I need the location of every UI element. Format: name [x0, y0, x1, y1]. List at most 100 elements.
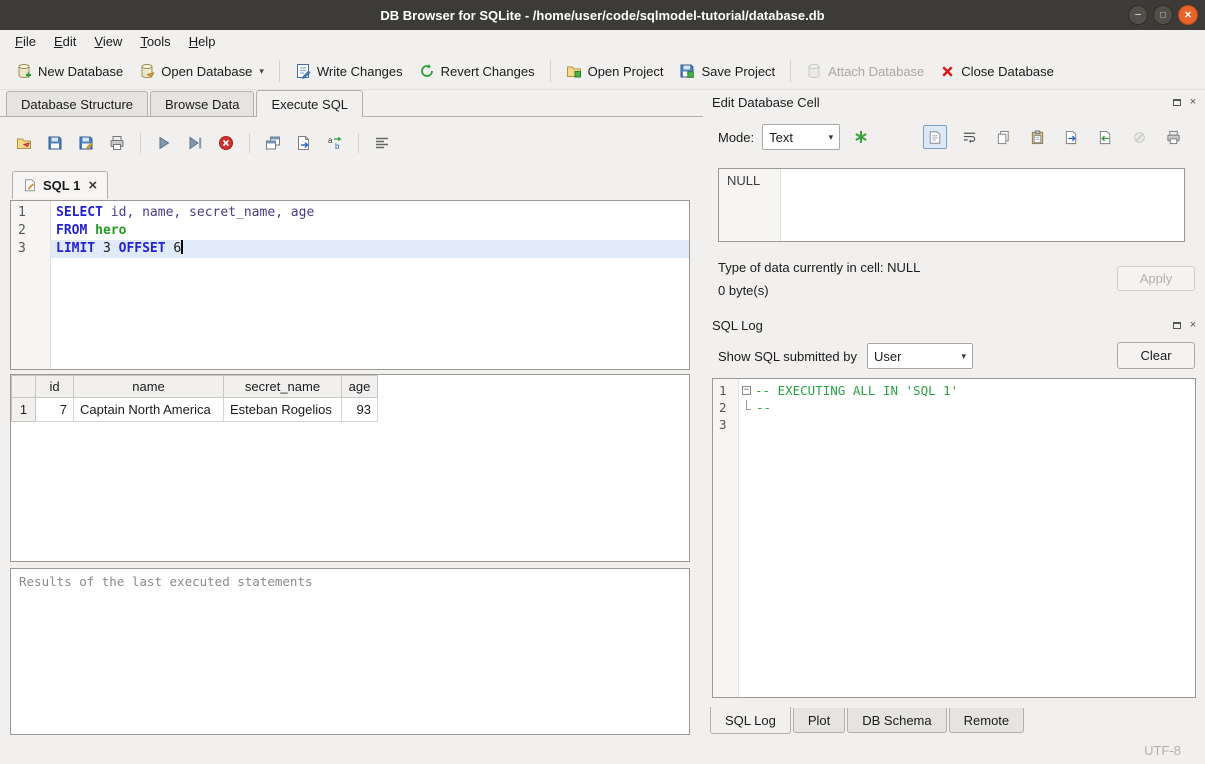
- submitted-by-combobox[interactable]: User ▾: [867, 343, 973, 369]
- attach-database-icon: [806, 63, 822, 79]
- titlebar[interactable]: DB Browser for SQLite - /home/user/code/…: [0, 0, 1205, 30]
- menu-tools[interactable]: Tools: [131, 31, 179, 52]
- open-database-dropdown-arrow[interactable]: ▾: [259, 66, 264, 79]
- save-project-button[interactable]: Save Project: [671, 58, 783, 84]
- execute-all-button[interactable]: [152, 131, 176, 155]
- open-project-button[interactable]: Open Project: [558, 58, 672, 84]
- export-cell-button[interactable]: [1059, 125, 1083, 149]
- chevron-down-icon: ▾: [829, 132, 834, 143]
- row-number-cell[interactable]: 1: [12, 398, 36, 422]
- format-sql-button[interactable]: [370, 131, 394, 155]
- sql-editor-content[interactable]: SELECT id, name, secret_name, age FROM h…: [51, 201, 689, 369]
- print-sql-button[interactable]: [105, 131, 129, 155]
- fold-marker-icon[interactable]: −: [742, 386, 751, 395]
- cell-editor-content[interactable]: [781, 169, 1184, 241]
- log-comment: -- EXECUTING ALL IN 'SQL 1': [755, 382, 958, 399]
- toolbar-separator: [279, 60, 280, 82]
- sql-keyword: LIMIT: [56, 241, 95, 256]
- tab-sql-log[interactable]: SQL Log: [710, 707, 791, 734]
- execute-current-line-button[interactable]: [183, 131, 207, 155]
- copy-cell-button[interactable]: [991, 125, 1015, 149]
- sql-1-tab[interactable]: SQL 1 ×: [12, 171, 108, 199]
- close-database-button[interactable]: Close Database: [932, 59, 1062, 84]
- text-cursor: [181, 240, 183, 254]
- word-wrap-button[interactable]: [957, 125, 981, 149]
- menu-file[interactable]: File: [6, 31, 45, 52]
- paste-cell-button[interactable]: [1025, 125, 1049, 149]
- open-database-button[interactable]: Open Database ▾: [131, 58, 272, 84]
- open-project-label: Open Project: [588, 64, 664, 79]
- close-database-label: Close Database: [961, 64, 1054, 79]
- save-sql-file-button[interactable]: [43, 131, 67, 155]
- sql-editor[interactable]: 1 2 3 SELECT id, name, secret_name, age …: [10, 200, 690, 370]
- results-grid-area[interactable]: id name secret_name age 1 7 Captain Nort…: [10, 374, 690, 562]
- cell-name[interactable]: Captain North America: [74, 398, 224, 422]
- tab-plot-label: Plot: [808, 713, 830, 728]
- import-cell-button[interactable]: [1093, 125, 1117, 149]
- find-replace-button[interactable]: ab: [323, 131, 347, 155]
- tab-db-schema[interactable]: DB Schema: [847, 708, 946, 733]
- text-mode-button[interactable]: [923, 125, 947, 149]
- cell-age[interactable]: 93: [342, 398, 378, 422]
- new-tab-icon: [265, 135, 281, 151]
- column-header-name[interactable]: name: [74, 376, 224, 398]
- encoding-indicator[interactable]: UTF-8: [1144, 743, 1181, 758]
- column-header-age[interactable]: age: [342, 376, 378, 398]
- close-panel-button[interactable]: ×: [1187, 96, 1199, 108]
- menu-view[interactable]: View: [85, 31, 131, 52]
- text-mode-icon: [928, 130, 942, 145]
- close-button[interactable]: ×: [1178, 5, 1198, 25]
- mode-combobox[interactable]: Text ▾: [762, 124, 840, 150]
- clear-log-button[interactable]: Clear: [1117, 342, 1195, 369]
- sql-log-editor[interactable]: 1 2 3 − -- EXECUTING ALL IN 'SQL 1' --: [712, 378, 1196, 698]
- minimize-button[interactable]: −: [1128, 5, 1148, 25]
- stop-execution-button[interactable]: [214, 131, 238, 155]
- column-header-id[interactable]: id: [36, 376, 74, 398]
- line-number: 3: [11, 240, 50, 258]
- line-number: 1: [11, 204, 50, 222]
- results-message-area[interactable]: Results of the last executed statements: [10, 568, 690, 735]
- tab-plot[interactable]: Plot: [793, 708, 845, 733]
- chevron-down-icon: ▾: [961, 351, 966, 362]
- close-panel-button[interactable]: ×: [1187, 319, 1199, 331]
- export-sql-button[interactable]: [292, 131, 316, 155]
- column-header-secret-name[interactable]: secret_name: [224, 376, 342, 398]
- open-new-tab-button[interactable]: [261, 131, 285, 155]
- write-changes-button[interactable]: Write Changes: [287, 58, 411, 84]
- submitted-by-value: User: [874, 349, 901, 364]
- print-cell-button[interactable]: [1161, 125, 1185, 149]
- tab-execute-sql[interactable]: Execute SQL: [256, 90, 363, 117]
- set-null-button: [1127, 125, 1151, 149]
- open-sql-file-button[interactable]: [12, 131, 36, 155]
- float-panel-button[interactable]: [1171, 96, 1183, 108]
- cell-id[interactable]: 7: [36, 398, 74, 422]
- revert-changes-button[interactable]: Revert Changes: [411, 58, 543, 84]
- execute-current-line-icon: [187, 135, 203, 151]
- maximize-button[interactable]: □: [1153, 5, 1173, 25]
- line-number: 1: [713, 382, 738, 399]
- code-line-3-current: LIMIT 3 OFFSET 6: [51, 240, 689, 258]
- row-header-corner[interactable]: [12, 376, 36, 398]
- tab-execute-sql-label: Execute SQL: [271, 97, 348, 112]
- save-sql-file-as-button[interactable]: [74, 131, 98, 155]
- edit-cell-header: Edit Database Cell ×: [712, 92, 1199, 112]
- sql-log-header: SQL Log ×: [712, 315, 1199, 335]
- menu-help[interactable]: Help: [180, 31, 225, 52]
- open-sql-file-icon: [16, 135, 32, 151]
- print-icon: [1166, 130, 1181, 145]
- new-database-label: New Database: [38, 64, 123, 79]
- dock-tabbar: SQL Log Plot DB Schema Remote: [710, 708, 1026, 735]
- tab-database-structure[interactable]: Database Structure: [6, 91, 148, 116]
- new-database-button[interactable]: New Database: [8, 58, 131, 84]
- results-placeholder: Results of the last executed statements: [19, 574, 313, 589]
- cell-value-editor[interactable]: NULL: [718, 168, 1185, 242]
- import-from-file-button[interactable]: [848, 124, 874, 150]
- cell-type-info: Type of data currently in cell: NULL: [718, 260, 920, 275]
- write-changes-label: Write Changes: [317, 64, 403, 79]
- menu-edit[interactable]: Edit: [45, 31, 85, 52]
- tab-remote[interactable]: Remote: [949, 708, 1025, 733]
- float-panel-button[interactable]: [1171, 319, 1183, 331]
- tab-browse-data[interactable]: Browse Data: [150, 91, 254, 116]
- sql-1-tab-close-icon[interactable]: ×: [88, 177, 97, 194]
- cell-secret-name[interactable]: Esteban Rogelios: [224, 398, 342, 422]
